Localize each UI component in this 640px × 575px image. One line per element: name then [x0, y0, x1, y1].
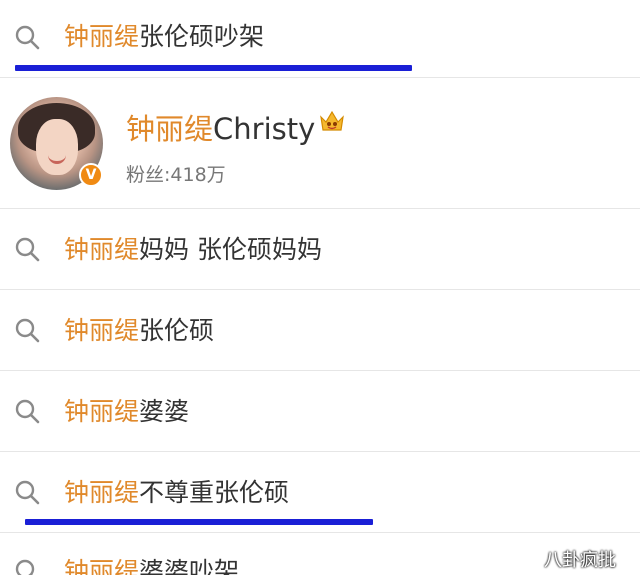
suggestion-text: 钟丽缇婆婆 — [64, 399, 189, 424]
search-query-rest: 张伦硕吵架 — [139, 22, 265, 51]
user-name-rest: Christy — [213, 112, 316, 146]
verified-badge: V — [79, 163, 103, 187]
suggestion-rest: 婆婆 — [139, 397, 190, 426]
search-icon — [14, 398, 40, 424]
search-icon — [14, 24, 40, 50]
suggestion-text: 钟丽缇婆婆吵架 — [64, 559, 239, 575]
suggestion-underline — [25, 519, 373, 525]
suggestion-highlight: 钟丽缇 — [64, 235, 140, 264]
watermark: 八卦疯批 — [544, 550, 616, 571]
suggestion-text: 钟丽缇张伦硕 — [64, 318, 214, 343]
crown-icon — [318, 108, 346, 134]
suggestion-highlight: 钟丽缇 — [64, 316, 140, 345]
search-query-underline — [15, 65, 412, 71]
suggestion-item[interactable]: 钟丽缇婆婆 — [0, 371, 640, 451]
user-name-highlight: 钟丽缇 — [126, 112, 214, 146]
search-query-highlight: 钟丽缇 — [64, 22, 140, 51]
user-name[interactable]: 钟丽缇Christy — [126, 106, 315, 148]
suggestion-highlight: 钟丽缇 — [64, 478, 140, 507]
suggestion-text: 钟丽缇妈妈 张伦硕妈妈 — [64, 237, 322, 262]
avatar-face — [36, 119, 78, 175]
fans-count: 粉丝:418万 — [126, 164, 226, 186]
search-icon — [14, 317, 40, 343]
search-icon — [14, 558, 40, 575]
suggestion-item[interactable]: 钟丽缇张伦硕 — [0, 290, 640, 370]
suggestion-item[interactable]: 钟丽缇妈妈 张伦硕妈妈 — [0, 209, 640, 289]
suggestion-highlight: 钟丽缇 — [64, 557, 140, 575]
suggestion-rest: 婆婆吵架 — [139, 557, 240, 575]
search-query-text[interactable]: 钟丽缇张伦硕吵架 — [64, 24, 264, 49]
suggestion-rest: 张伦硕 — [139, 316, 215, 345]
search-icon — [14, 236, 40, 262]
suggestion-rest: 妈妈 张伦硕妈妈 — [139, 235, 322, 264]
suggestion-rest: 不尊重张伦硕 — [139, 478, 290, 507]
suggestion-text: 钟丽缇不尊重张伦硕 — [64, 480, 289, 505]
search-icon — [14, 479, 40, 505]
suggestion-highlight: 钟丽缇 — [64, 397, 140, 426]
